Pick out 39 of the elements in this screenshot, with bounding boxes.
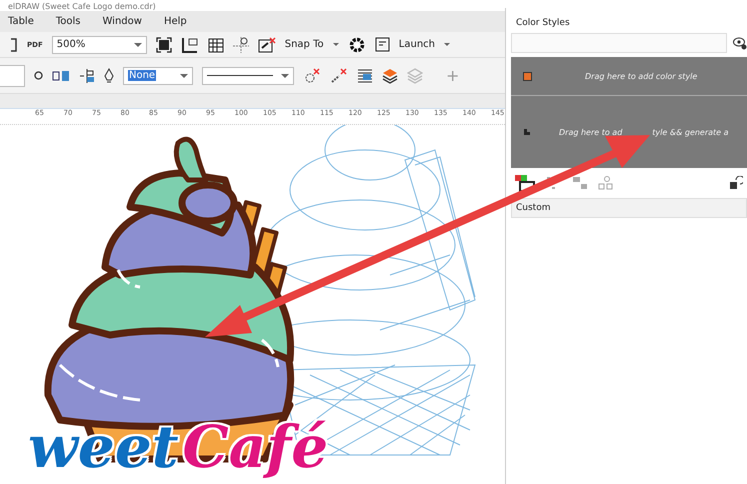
size-field[interactable] (0, 64, 25, 86)
guidelines-icon[interactable] (232, 36, 249, 52)
zoom-combo[interactable]: 500% (52, 36, 147, 54)
panel-title: Color Styles (515, 17, 571, 30)
color-swatch-icon (523, 72, 532, 80)
pen-icon[interactable] (104, 68, 114, 84)
menu-item[interactable]: Help (164, 16, 187, 27)
distribute-icon[interactable] (79, 68, 95, 84)
grid-icon[interactable] (208, 36, 224, 52)
launch-dropdown[interactable]: Launch (398, 39, 450, 50)
menu-item[interactable]: Window (102, 16, 142, 27)
full-screen-icon[interactable] (156, 36, 172, 52)
drop-hint: Drag here to ad (559, 128, 622, 136)
launch-icon[interactable] (374, 37, 390, 52)
layers-icon[interactable] (382, 68, 398, 84)
window-title: elDRAW (Sweet Cafe Logo demo.cdr) (8, 2, 156, 11)
circle-icon[interactable] (34, 71, 43, 80)
drop-hint: Drag here to add color style (585, 72, 698, 80)
text-wrap-icon[interactable] (357, 68, 373, 84)
search-field[interactable] (511, 33, 727, 53)
align-icon[interactable] (52, 68, 70, 82)
swatches-icon[interactable] (514, 174, 536, 192)
logo-text: weet (28, 416, 179, 478)
rulers-icon[interactable] (180, 36, 199, 52)
menu-item[interactable]: Tools (56, 16, 80, 27)
node-delete-icon[interactable] (303, 68, 321, 84)
link-delete-icon[interactable] (330, 68, 348, 84)
outline-combo[interactable]: None (123, 66, 193, 84)
menu-item[interactable]: Table (8, 16, 34, 27)
snap-off-icon[interactable] (258, 36, 276, 52)
drop-hint: tyle && generate a (652, 128, 729, 136)
eye-gear-icon[interactable] (733, 36, 747, 50)
drop-area[interactable]: Drag here to add color style Drag here to ad tyle && generate a (511, 57, 747, 168)
line-style-combo[interactable] (202, 66, 294, 84)
section-header[interactable]: Custom (511, 198, 747, 218)
settings-icon[interactable] (348, 36, 366, 54)
save-icon[interactable] (729, 176, 743, 190)
snap-to-dropdown[interactable]: Snap To (284, 39, 339, 50)
logo-text: Café (182, 416, 328, 478)
